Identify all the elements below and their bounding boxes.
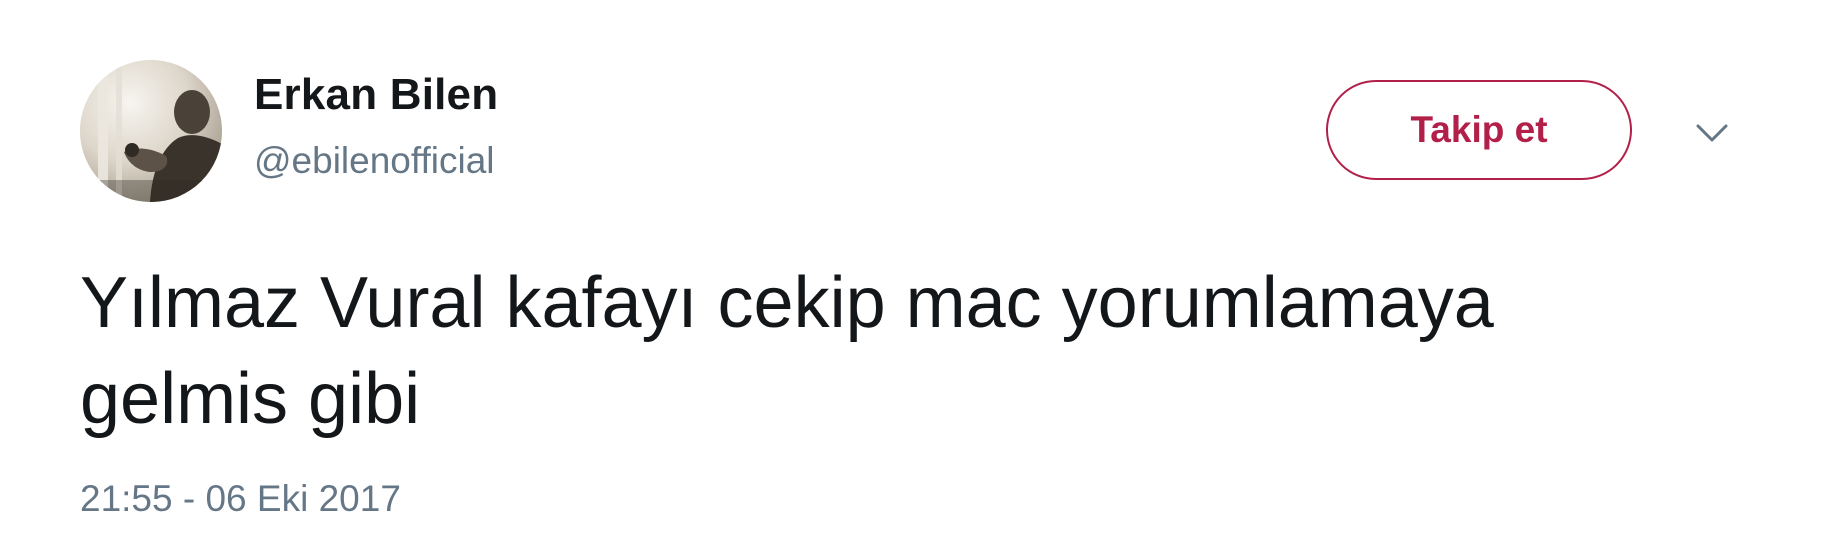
tweet-text-line-1: Yılmaz Vural kafayı cekip mac yorumlamay…: [80, 263, 1494, 343]
tweet-card: Erkan Bilen @ebilenofficial Takip et Yıl…: [0, 0, 1841, 555]
screen-name[interactable]: @ebilenofficial: [254, 140, 495, 182]
chevron-down-icon[interactable]: [1692, 118, 1732, 148]
follow-button-label: Takip et: [1410, 109, 1548, 150]
avatar[interactable]: [80, 60, 222, 202]
follow-button[interactable]: Takip et: [1326, 80, 1632, 180]
display-name[interactable]: Erkan Bilen: [254, 70, 498, 120]
profile-photo-icon: [80, 60, 222, 202]
tweet-text-line-2: gelmis gibi: [80, 359, 421, 439]
timestamp[interactable]: 21:55 - 06 Eki 2017: [80, 478, 401, 520]
tweet-text: Yılmaz Vural kafayı cekip mac yorumlamay…: [80, 255, 1720, 447]
